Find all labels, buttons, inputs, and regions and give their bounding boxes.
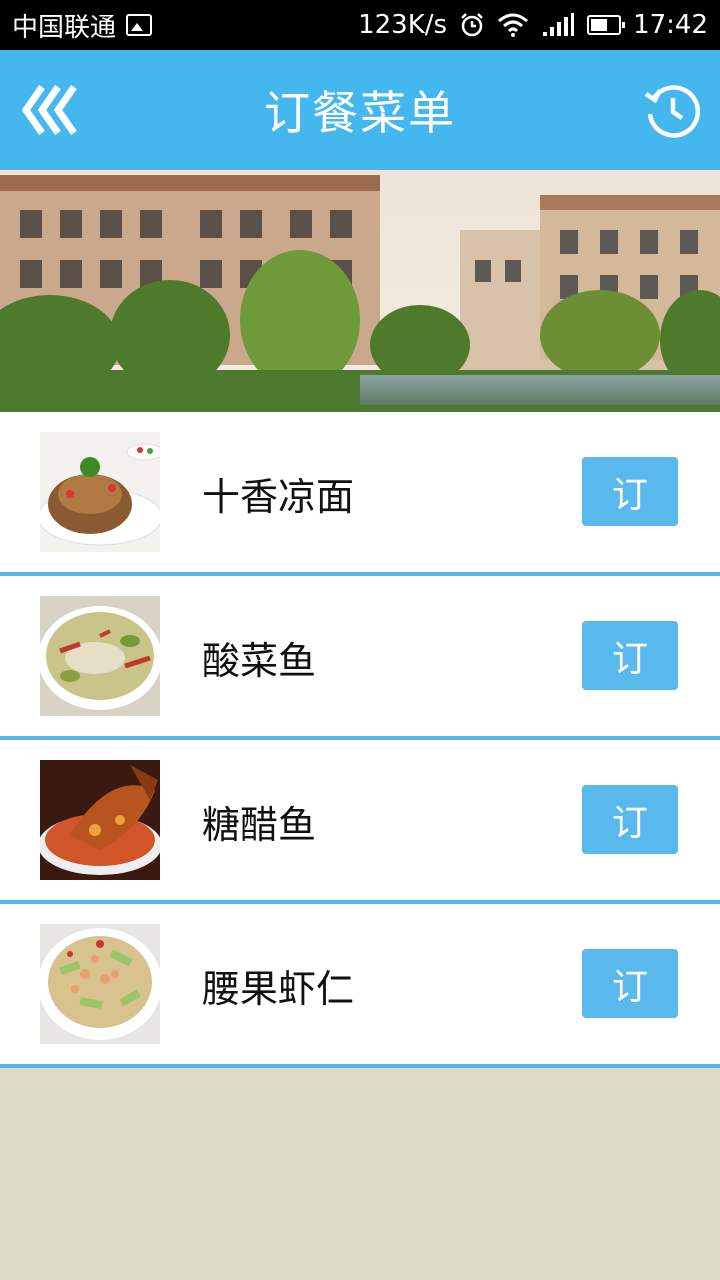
banner-image: [0, 170, 720, 412]
order-button[interactable]: 订: [582, 785, 678, 854]
order-button[interactable]: 订: [582, 949, 678, 1018]
dish-photo: [40, 596, 160, 716]
status-bar: 中国联通 123K/s 17:42: [0, 0, 720, 50]
menu-list: 十香凉面 订 酸菜鱼 订 糖醋鱼 订 腰果虾仁 订: [0, 412, 720, 1068]
dish-name: 糖醋鱼: [202, 803, 317, 847]
order-button[interactable]: 订: [582, 621, 678, 690]
signal-icon: [543, 13, 575, 36]
dish-name: 酸菜鱼: [202, 639, 317, 683]
status-right: 123K/s 17:42: [358, 10, 720, 40]
double-chevron-left-icon[interactable]: [22, 83, 82, 137]
list-item[interactable]: 腰果虾仁 订: [0, 904, 720, 1068]
dish-name: 腰果虾仁: [202, 967, 355, 1011]
list-item[interactable]: 糖醋鱼 订: [0, 740, 720, 904]
list-item[interactable]: 酸菜鱼 订: [0, 576, 720, 740]
refresh-history-icon[interactable]: [642, 80, 702, 140]
dish-photo: [40, 432, 160, 552]
wifi-icon: [498, 13, 529, 37]
list-item[interactable]: 十香凉面 订: [0, 412, 720, 576]
dish-name: 十香凉面: [202, 475, 355, 519]
clock: 17:42: [633, 10, 708, 40]
app-header: 订餐菜单: [0, 50, 720, 170]
dish-photo: [40, 760, 160, 880]
carrier-name: 中国联通: [12, 12, 117, 43]
banner-illustration: [0, 170, 720, 412]
net-speed: 123K/s: [358, 10, 448, 40]
battery-icon: [587, 15, 626, 35]
image-icon: [126, 14, 153, 36]
page-title: 订餐菜单: [264, 86, 456, 140]
order-button[interactable]: 订: [582, 457, 678, 526]
status-left: 中国联通: [0, 7, 153, 44]
dish-photo: [40, 924, 160, 1044]
alarm-icon: [461, 13, 483, 37]
